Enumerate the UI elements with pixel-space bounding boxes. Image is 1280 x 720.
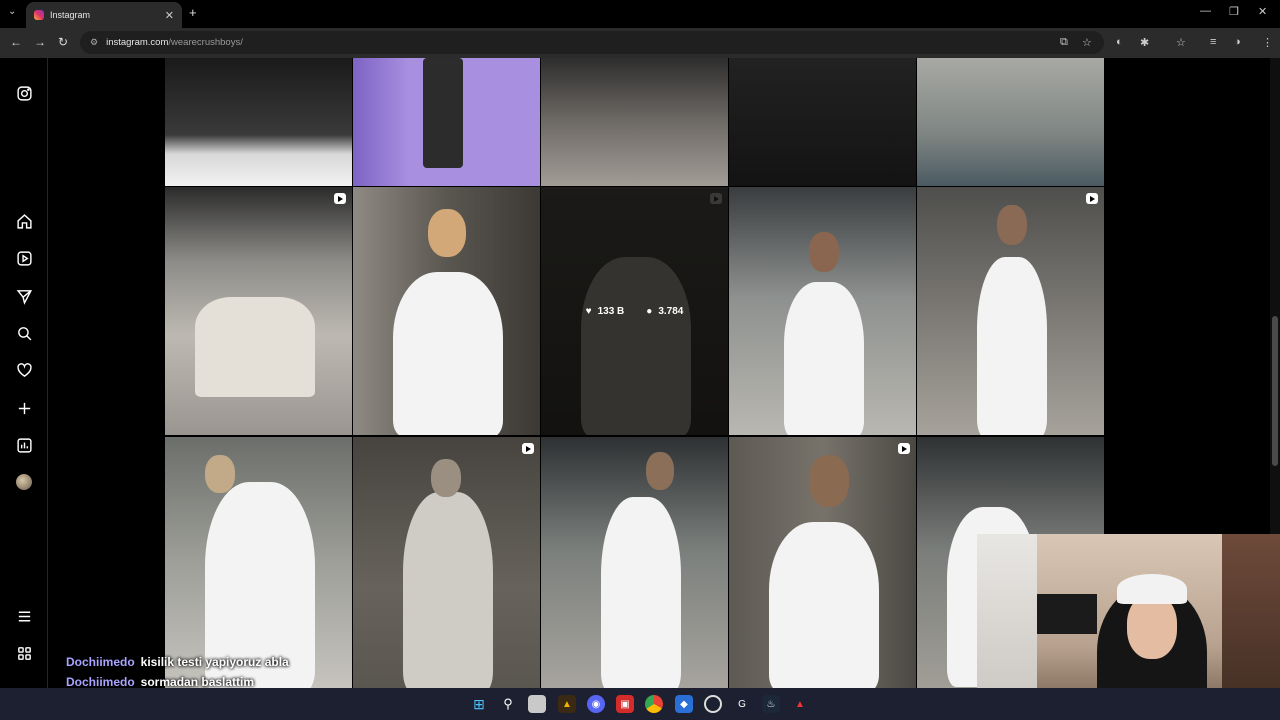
chat-username: Dochiimedo — [66, 675, 135, 689]
app-icon-1[interactable]: ▲ — [558, 695, 576, 713]
browser-toolbar: ← → ↻ ⚙ instagram.com/wearecrushboys/ ⧉ … — [0, 28, 1280, 58]
post-tile[interactable] — [541, 58, 728, 186]
back-arrow-icon[interactable]: ← — [10, 35, 22, 49]
extension-icon[interactable]: ◐ — [1116, 36, 1123, 48]
address-bar[interactable]: ⚙ instagram.com/wearecrushboys/ — [80, 31, 1104, 54]
instagram-favicon-icon — [34, 10, 44, 20]
more-icon[interactable] — [15, 607, 33, 625]
steam-icon[interactable]: ♨ — [762, 695, 780, 713]
comments-count: 3.784 — [658, 305, 684, 317]
taskbar-search-icon[interactable]: ⚲ — [499, 695, 517, 713]
heart-icon: ♥ — [585, 305, 592, 317]
profile-avatar[interactable] — [15, 473, 33, 491]
chat-text: kisilik testi yapiyoruz abla — [140, 655, 289, 669]
minimize-button[interactable]: — — [1200, 5, 1211, 17]
instagram-icon[interactable] — [15, 84, 33, 102]
app-icon-6[interactable]: ▲ — [791, 695, 809, 713]
url-host: instagram.com — [106, 37, 169, 48]
create-icon[interactable] — [15, 399, 33, 417]
reel-icon — [898, 443, 910, 454]
discord-icon[interactable]: ◉ — [587, 695, 605, 713]
browser-tab[interactable]: Instagram ✕ — [26, 2, 182, 28]
post-tile[interactable] — [165, 437, 352, 688]
reload-icon[interactable]: ↻ — [58, 35, 68, 49]
browser-tab-strip: ⌄ Instagram ✕ + — ❐ ✕ — [0, 0, 1280, 28]
chat-text: sormadan baslattim — [140, 675, 255, 689]
tab-search-icon[interactable]: ⌄ — [8, 6, 16, 17]
url-path: /wearecrushboys/ — [168, 37, 243, 48]
maximize-button[interactable]: ❐ — [1229, 5, 1239, 18]
likes-count: 133 B — [597, 305, 625, 317]
search-icon[interactable] — [15, 324, 33, 342]
scrollbar-thumb[interactable] — [1272, 316, 1278, 466]
messages-icon[interactable] — [15, 287, 33, 305]
comment-icon: ● — [646, 305, 653, 317]
task-view-icon[interactable] — [528, 695, 546, 713]
dashboard-icon[interactable] — [15, 436, 33, 454]
post-tile[interactable] — [353, 58, 540, 186]
post-tile[interactable] — [353, 187, 540, 435]
home-icon[interactable] — [15, 212, 33, 230]
post-tile[interactable] — [729, 58, 916, 186]
post-tile[interactable] — [917, 187, 1104, 435]
install-app-icon[interactable]: ⧉ — [1060, 36, 1068, 49]
reel-icon — [334, 193, 346, 204]
post-tile[interactable] — [541, 437, 728, 688]
reel-icon — [522, 443, 534, 454]
post-tile[interactable] — [729, 437, 916, 688]
chrome-menu-icon[interactable]: ⋮ — [1262, 36, 1273, 49]
chat-username: Dochiimedo — [66, 655, 135, 669]
tab-close-icon[interactable]: ✕ — [165, 9, 174, 22]
instagram-sidebar — [0, 58, 48, 688]
app-icon-3[interactable]: ◆ — [675, 695, 693, 713]
reels-icon[interactable] — [15, 249, 33, 267]
app-icon-5[interactable]: G — [733, 695, 751, 713]
media-controls-icon[interactable]: ≡ — [1210, 36, 1216, 48]
close-window-button[interactable]: ✕ — [1258, 5, 1267, 18]
extensions-puzzle-icon[interactable]: ✱ — [1140, 36, 1149, 49]
new-tab-button[interactable]: + — [189, 5, 197, 20]
site-info-icon[interactable]: ⚙ — [90, 37, 98, 48]
app-icon-2[interactable]: ▣ — [616, 695, 634, 713]
bookmark-star-icon[interactable]: ☆ — [1082, 36, 1092, 49]
app-icon-4[interactable] — [704, 695, 722, 713]
reel-icon — [1086, 193, 1098, 204]
post-tile[interactable] — [165, 187, 352, 435]
windows-taskbar: ⊞ ⚲ ▲ ◉ ▣ ◆ G ♨ ▲ — [0, 688, 1280, 720]
post-tile[interactable] — [729, 187, 916, 435]
profile-icon[interactable]: ◑ — [1234, 36, 1241, 48]
notifications-icon[interactable] — [15, 361, 33, 379]
windows-start-icon[interactable]: ⊞ — [470, 695, 488, 713]
bookmarks-icon[interactable]: ☆ — [1176, 36, 1186, 49]
chat-message: Dochiimedo kisilik testi yapiyoruz abla — [66, 652, 289, 672]
forward-arrow-icon[interactable]: → — [34, 35, 46, 49]
post-tile-hovered[interactable]: ♥ 133 B ● 3.784 — [541, 187, 728, 435]
post-tile[interactable] — [165, 58, 352, 186]
tab-title: Instagram — [50, 10, 91, 20]
meta-icon[interactable] — [15, 644, 33, 662]
post-tile[interactable] — [917, 58, 1104, 186]
post-hover-stats: ♥ 133 B ● 3.784 — [541, 187, 728, 435]
post-tile[interactable] — [353, 437, 540, 688]
chrome-icon[interactable] — [645, 695, 663, 713]
